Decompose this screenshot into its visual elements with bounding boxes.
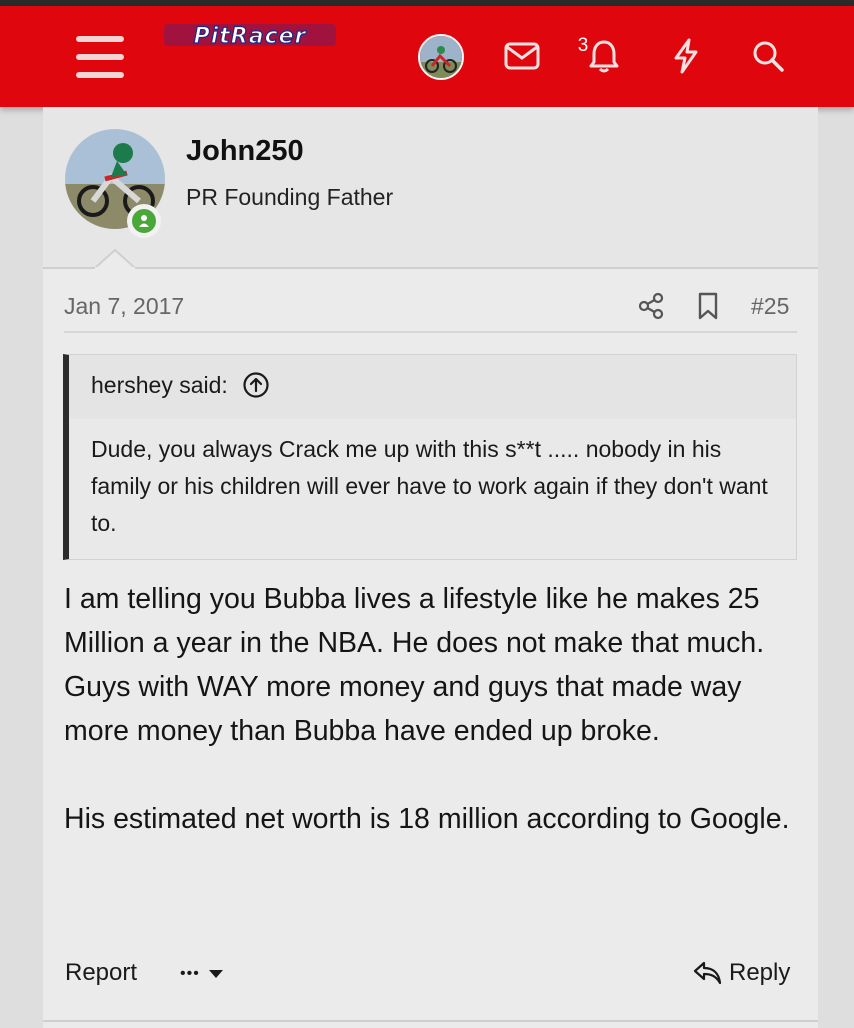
report-button[interactable]: Report — [65, 959, 137, 987]
online-status-icon — [127, 204, 161, 238]
post-date[interactable]: Jan 7, 2017 — [64, 293, 184, 320]
user-title: PR Founding Father — [186, 184, 394, 210]
reply-label: Reply — [729, 959, 791, 986]
divider — [43, 1020, 818, 1022]
site-logo[interactable]: PitRacer — [160, 18, 340, 52]
logo-text: PitRacer — [194, 24, 307, 49]
bookmark-icon[interactable] — [693, 291, 723, 321]
post-card: John250 PR Founding Father Jan 7, 2017 #… — [43, 107, 818, 1028]
account-avatar[interactable] — [418, 34, 464, 80]
quote-attribution[interactable]: hershey said: — [91, 372, 228, 399]
user-block-pointer — [95, 249, 135, 269]
bell-icon[interactable] — [582, 34, 626, 78]
quote-header: hershey said: — [91, 371, 270, 399]
post-number[interactable]: #25 — [751, 293, 789, 320]
more-options-button[interactable]: ••• — [180, 959, 224, 989]
post-paragraph: I am telling you Bubba lives a lifestyle… — [64, 583, 765, 747]
site-header: PitRacer 3 — [0, 6, 854, 107]
caret-down-icon — [208, 970, 223, 978]
post-paragraph: His estimated net worth is 18 million ac… — [64, 803, 790, 835]
divider — [43, 267, 818, 269]
quote-block: hershey said: Dude, you always Crack me … — [63, 354, 797, 560]
menu-button[interactable] — [76, 36, 124, 78]
post-body: I am telling you Bubba lives a lifestyle… — [64, 577, 799, 885]
share-icon[interactable] — [636, 291, 666, 321]
reply-button[interactable]: Reply — [693, 959, 790, 987]
envelope-icon[interactable] — [500, 34, 544, 78]
arrow-up-circle-icon[interactable] — [242, 371, 270, 399]
reply-icon — [693, 961, 722, 985]
more-dots: ••• — [180, 965, 200, 982]
lightning-icon[interactable] — [664, 34, 708, 78]
post-user-block: John250 PR Founding Father — [43, 107, 818, 269]
username[interactable]: John250 — [186, 135, 304, 168]
search-icon[interactable] — [746, 34, 790, 78]
quote-text: Dude, you always Crack me up with this s… — [69, 419, 796, 559]
divider — [64, 331, 797, 333]
